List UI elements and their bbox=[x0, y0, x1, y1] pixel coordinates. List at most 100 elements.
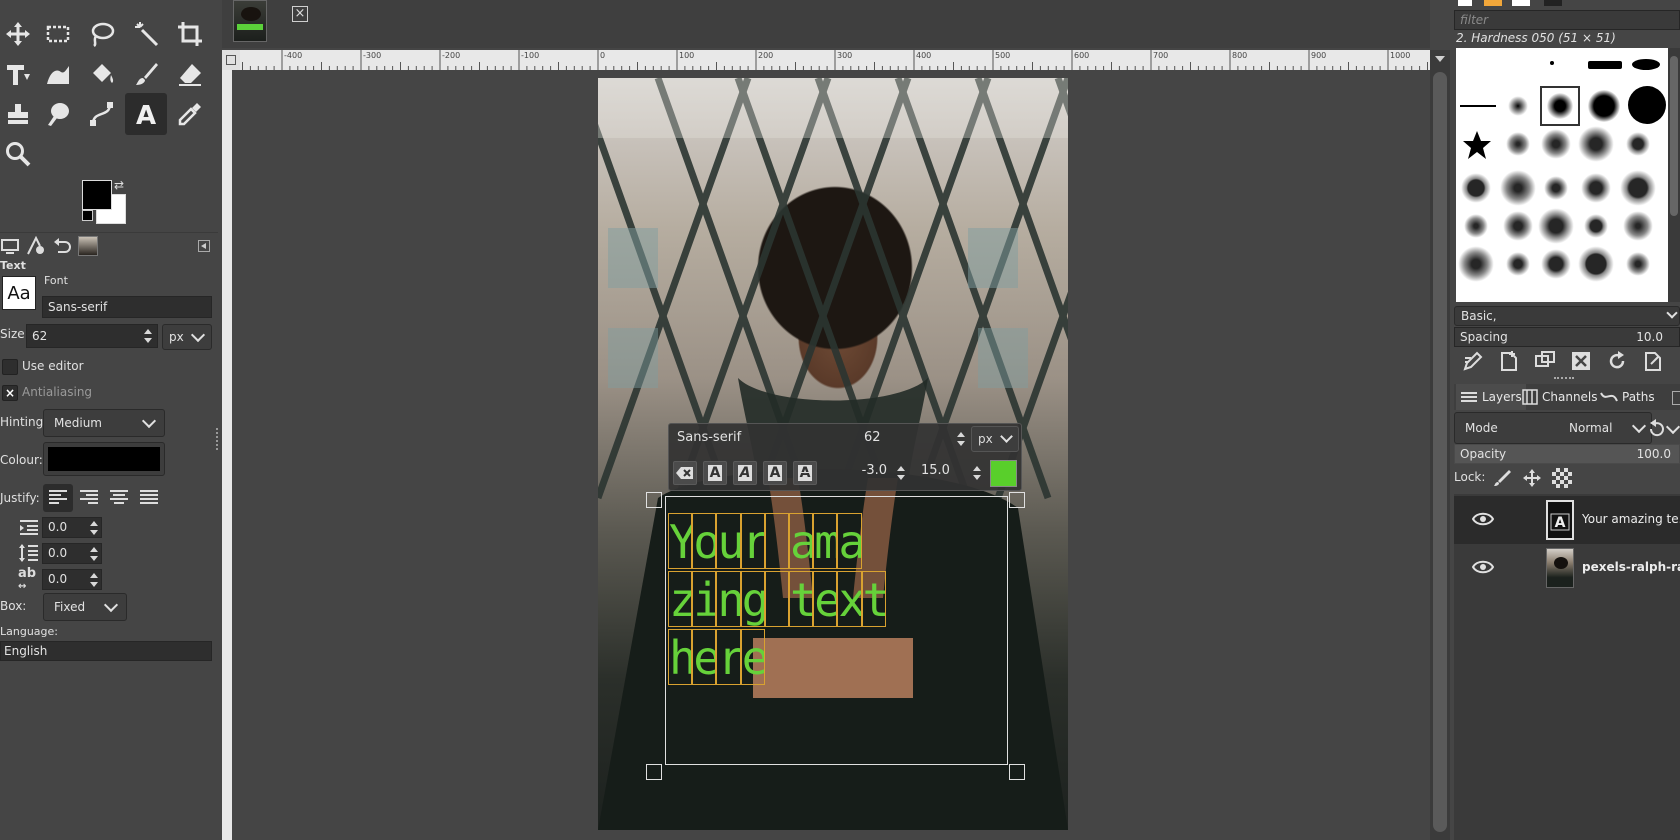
brush-preset[interactable] bbox=[1578, 126, 1614, 162]
text-box-handle-top-right[interactable] bbox=[1009, 492, 1025, 508]
brush-preset[interactable] bbox=[1500, 170, 1536, 206]
rect-select-icon[interactable] bbox=[40, 16, 76, 52]
otb-unit-select[interactable]: px bbox=[971, 426, 1019, 452]
size-stepper[interactable] bbox=[143, 327, 153, 345]
underline-button[interactable]: A bbox=[763, 461, 787, 485]
brush-preset[interactable] bbox=[1626, 252, 1650, 276]
color-picker-icon[interactable] bbox=[172, 96, 208, 132]
unified-transform-icon[interactable] bbox=[0, 56, 36, 92]
brush-preset[interactable] bbox=[1620, 170, 1656, 206]
eye-icon[interactable] bbox=[1472, 512, 1494, 526]
kerning-stepper[interactable] bbox=[972, 464, 982, 482]
image-tab-thumbnail[interactable] bbox=[233, 0, 267, 42]
delete-brush-icon[interactable] bbox=[1570, 350, 1592, 372]
panel-menu-icon[interactable] bbox=[198, 240, 210, 252]
move-tool-icon[interactable] bbox=[0, 16, 36, 52]
new-brush-icon[interactable] bbox=[1498, 350, 1520, 372]
font-preview-button[interactable]: Aa bbox=[2, 276, 36, 310]
layer-mode-select[interactable]: Mode Normal bbox=[1454, 412, 1652, 444]
clear-style-button[interactable] bbox=[673, 461, 697, 485]
spacing-field[interactable]: Spacing 10.0 bbox=[1454, 327, 1680, 347]
bold-button[interactable]: A bbox=[703, 461, 727, 485]
size-input[interactable]: 62 bbox=[26, 324, 158, 348]
tool-options-tab-icon[interactable] bbox=[0, 236, 20, 256]
refresh-brushes-icon[interactable] bbox=[1606, 350, 1628, 372]
brush-preset[interactable] bbox=[1464, 214, 1488, 238]
brush-preset[interactable] bbox=[1544, 176, 1568, 200]
text-box-handle-bottom-left[interactable] bbox=[646, 764, 662, 780]
layer-row-photo[interactable]: pexels-ralph-raba bbox=[1454, 544, 1680, 592]
text-color-button[interactable] bbox=[990, 460, 1017, 487]
panel-resize-handle[interactable] bbox=[216, 428, 220, 450]
device-status-tab-icon[interactable] bbox=[26, 235, 46, 256]
justify-right-button[interactable] bbox=[74, 484, 104, 512]
open-brush-as-image-icon[interactable] bbox=[1642, 350, 1664, 372]
justify-center-button[interactable] bbox=[104, 484, 134, 512]
baseline-stepper[interactable] bbox=[896, 464, 906, 482]
tab-channels[interactable]: Channels bbox=[1522, 384, 1598, 410]
brush-preset[interactable] bbox=[1458, 246, 1494, 282]
text-tool-icon[interactable]: A bbox=[125, 93, 167, 135]
brush-scrollbar[interactable] bbox=[1668, 48, 1680, 302]
lock-position-icon[interactable] bbox=[1522, 468, 1542, 488]
layer-row-text[interactable]: A Your amazing te... bbox=[1454, 496, 1680, 544]
brush-preset[interactable] bbox=[1538, 208, 1574, 244]
star-brush[interactable] bbox=[1462, 130, 1492, 160]
selected-brush[interactable] bbox=[1540, 86, 1580, 126]
brush-preset[interactable] bbox=[1461, 173, 1491, 203]
otb-size-stepper[interactable] bbox=[956, 430, 966, 448]
dock-resize-handle[interactable] bbox=[1554, 377, 1574, 382]
brush-preset[interactable] bbox=[1541, 129, 1571, 159]
antialiasing-checkbox[interactable]: × bbox=[2, 385, 18, 401]
bucket-fill-icon[interactable] bbox=[84, 56, 120, 92]
paths-icon[interactable] bbox=[84, 96, 120, 132]
eraser-icon[interactable] bbox=[172, 56, 208, 92]
tab-paths[interactable]: Paths bbox=[1600, 384, 1655, 410]
text-colour-button[interactable] bbox=[43, 442, 165, 476]
reset-mode-icon[interactable] bbox=[1646, 418, 1668, 440]
use-editor-checkbox[interactable] bbox=[2, 359, 18, 375]
brush-preset[interactable] bbox=[1506, 132, 1530, 156]
scroll-arrow-icon[interactable] bbox=[1435, 56, 1445, 62]
brush-preset[interactable] bbox=[1578, 246, 1614, 282]
tab-layers[interactable]: Layers bbox=[1456, 384, 1526, 410]
edit-brush-icon[interactable] bbox=[1462, 350, 1484, 372]
justify-fill-button[interactable] bbox=[134, 484, 164, 512]
language-input[interactable]: English bbox=[0, 641, 212, 661]
smudge-icon[interactable] bbox=[40, 96, 76, 132]
warp-icon[interactable] bbox=[40, 56, 76, 92]
text-line[interactable]: zing text bbox=[668, 571, 886, 627]
brush-preset[interactable] bbox=[1623, 211, 1653, 241]
crop-icon[interactable] bbox=[172, 16, 208, 52]
lock-pixels-icon[interactable] bbox=[1492, 468, 1512, 488]
font-input[interactable]: Sans-serif bbox=[42, 296, 212, 318]
foreground-color-swatch[interactable] bbox=[82, 180, 112, 210]
line-spacing-stepper[interactable] bbox=[89, 545, 99, 563]
brush-preset[interactable] bbox=[1584, 214, 1608, 238]
zoom-icon[interactable] bbox=[0, 136, 36, 172]
eye-icon[interactable] bbox=[1472, 560, 1494, 574]
brush-preset[interactable] bbox=[1541, 249, 1571, 279]
images-tab-icon[interactable] bbox=[78, 236, 98, 256]
clone-icon[interactable] bbox=[0, 96, 36, 132]
text-box-handle-bottom-right[interactable] bbox=[1009, 764, 1025, 780]
italic-button[interactable]: A bbox=[733, 461, 757, 485]
strikethrough-button[interactable]: A bbox=[793, 461, 817, 485]
letter-spacing-stepper[interactable] bbox=[89, 571, 99, 589]
lock-alpha-icon[interactable] bbox=[1552, 468, 1572, 488]
ruler-corner[interactable] bbox=[222, 50, 240, 70]
size-unit-select[interactable]: px bbox=[162, 324, 212, 350]
brush-preset[interactable] bbox=[1626, 132, 1650, 156]
otb-font-input[interactable]: Sans-serif bbox=[677, 430, 741, 445]
default-colors-icon[interactable] bbox=[82, 210, 93, 221]
close-icon[interactable]: × bbox=[292, 6, 308, 22]
text-line[interactable]: here bbox=[668, 629, 765, 685]
justify-left-button[interactable] bbox=[43, 484, 73, 512]
brush-preset[interactable] bbox=[1503, 211, 1533, 241]
indent-stepper[interactable] bbox=[89, 519, 99, 537]
brush-preset-select[interactable]: Basic, bbox=[1454, 306, 1680, 326]
undo-history-tab-icon[interactable] bbox=[52, 236, 72, 256]
otb-size-input[interactable]: 62 bbox=[864, 430, 881, 445]
brush-filter-input[interactable]: filter bbox=[1454, 10, 1680, 30]
vertical-scrollbar[interactable] bbox=[1430, 50, 1450, 840]
